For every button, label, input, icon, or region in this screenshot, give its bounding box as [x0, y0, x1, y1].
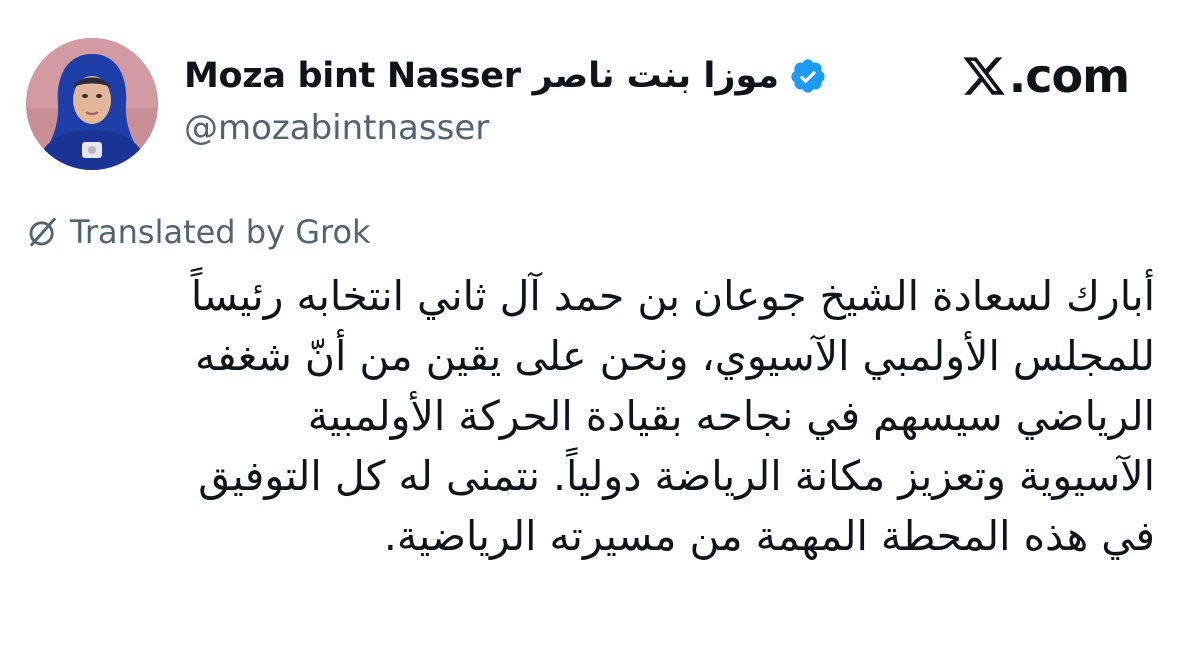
x-logo-icon — [963, 57, 1005, 95]
tweet-card: Moza bint Nasser موزا بنت ناصر @mozabint… — [0, 0, 1181, 657]
verified-badge-icon — [791, 59, 825, 93]
author-name-row: Moza bint Nasser موزا بنت ناصر — [184, 44, 827, 108]
avatar-image — [26, 38, 158, 170]
tweet-text-line: أبارك لسعادة الشيخ جوعان بن حمد آل ثاني … — [190, 272, 1155, 320]
x-com-brand: .com — [961, 46, 1130, 106]
tweet-text: أبارك لسعادة الشيخ جوعان بن حمد آل ثاني … — [60, 266, 1155, 566]
avatar[interactable] — [26, 38, 158, 170]
tweet-text-line: الرياضي سيسهم في نجاحه بقيادة الحركة الأ… — [307, 392, 1155, 440]
author-display-name[interactable]: Moza bint Nasser موزا بنت ناصر — [184, 56, 779, 96]
tweet-text-line: الآسيوية وتعزيز مكانة الرياضة دولياً. نت… — [198, 452, 1155, 500]
tweet-text-line: في هذه المحطة المهمة من مسيرته الرياضية. — [383, 512, 1155, 560]
translate-icon — [29, 217, 56, 247]
translated-by-text: Translated by Grok — [70, 213, 371, 251]
tweet-text-line: للمجلس الأولمبي الآسيوي، ونحن على يقين م… — [194, 332, 1155, 380]
author-handle[interactable]: @mozabintnasser — [184, 108, 489, 148]
x-com-label: .com — [1008, 49, 1130, 103]
translated-by-label[interactable]: Translated by Grok — [26, 210, 371, 254]
